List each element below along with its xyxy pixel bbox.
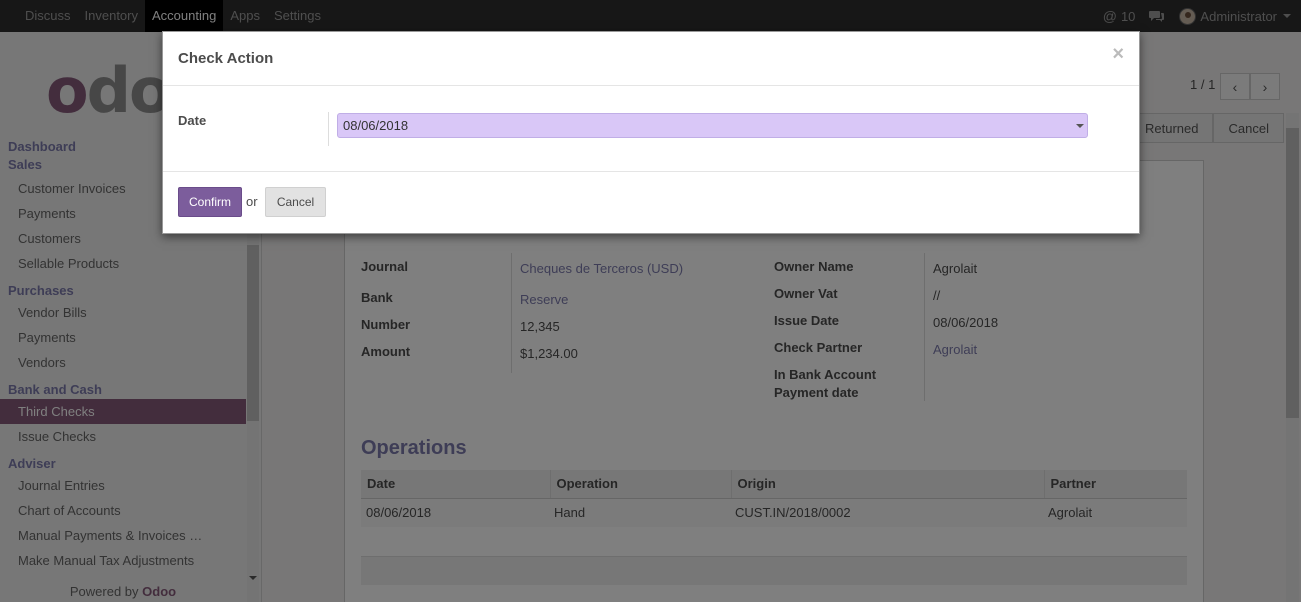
cancel-button[interactable]: Cancel [265, 187, 326, 217]
dialog-header: Check Action × [163, 32, 1139, 86]
date-value: 08/06/2018 [343, 118, 409, 133]
or-text: or [246, 194, 258, 209]
dialog-footer: Confirm or Cancel [163, 172, 1139, 234]
field-divider [328, 112, 329, 146]
check-action-dialog: Check Action × Date 08/06/2018 Confirm o… [162, 31, 1140, 234]
date-field[interactable]: 08/06/2018 [337, 113, 1088, 138]
close-icon[interactable]: × [1112, 44, 1124, 64]
dialog-title: Check Action [178, 50, 274, 67]
dialog-body: Date 08/06/2018 [163, 86, 1139, 172]
confirm-button[interactable]: Confirm [178, 187, 242, 217]
chevron-down-icon[interactable] [1076, 124, 1084, 128]
date-label: Date [178, 113, 207, 128]
